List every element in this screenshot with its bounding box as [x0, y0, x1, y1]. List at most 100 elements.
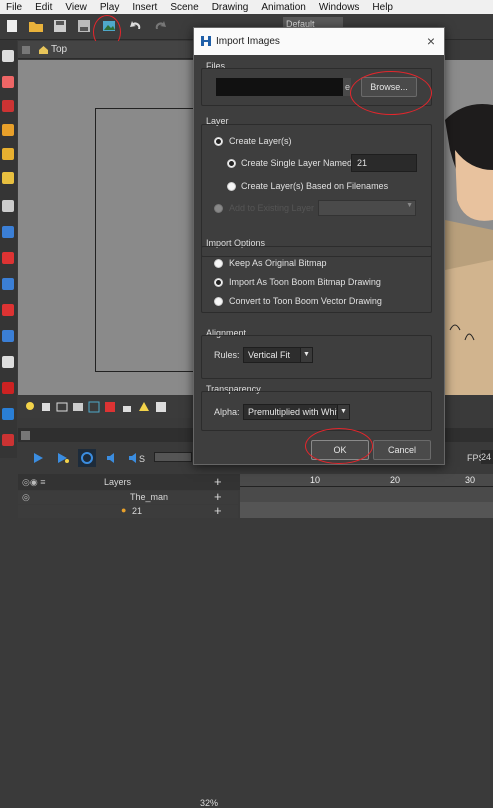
add-layer-icon[interactable]: + — [214, 503, 222, 518]
view-bottom-toolbar: 32% — [18, 396, 218, 808]
frame-slider[interactable] — [154, 452, 192, 462]
menu-animation[interactable]: Animation — [255, 2, 312, 13]
menu-windows[interactable]: Windows — [313, 2, 367, 13]
morph-tool-icon[interactable] — [2, 408, 14, 420]
timeline-grid[interactable]: 10 20 30 — [240, 474, 493, 518]
fps-field[interactable]: 24 — [481, 450, 493, 464]
rules-select[interactable]: Vertical Fit ▼ — [243, 347, 313, 363]
contour-tool-icon[interactable] — [2, 304, 14, 316]
bone-tool-icon[interactable] — [2, 434, 14, 446]
play-selection-icon[interactable] — [56, 452, 70, 464]
paint-tool-icon[interactable] — [2, 148, 14, 160]
layer-visibility-icon[interactable]: ◎ — [22, 492, 30, 503]
cutter-tool-icon[interactable] — [2, 278, 14, 290]
add-to-existing-radio — [214, 204, 223, 213]
menu-bar: File Edit View Play Insert Scene Drawing… — [0, 0, 493, 14]
preview-icon[interactable] — [155, 401, 167, 413]
select-tool-icon[interactable] — [2, 50, 14, 62]
undo-icon[interactable] — [128, 18, 144, 34]
light-table-icon[interactable] — [24, 401, 36, 413]
add-layer-icon[interactable]: + — [214, 489, 222, 504]
text-tool-icon[interactable] — [2, 200, 14, 212]
rules-label: Rules: — [214, 350, 240, 360]
shade-icon[interactable] — [104, 401, 116, 413]
loop-icon[interactable] — [78, 449, 96, 467]
create-single-layer-radio[interactable] — [227, 159, 236, 168]
sound-scrub-icon[interactable]: S — [128, 452, 146, 464]
sound-icon[interactable] — [106, 452, 120, 464]
camera-frame — [95, 108, 197, 372]
open-icon[interactable] — [28, 18, 44, 34]
zoom-level[interactable]: 32% — [200, 798, 218, 808]
chevron-down-icon: ▼ — [300, 348, 312, 362]
character-drawing — [445, 60, 493, 395]
menu-drawing[interactable]: Drawing — [206, 2, 256, 13]
annotation-circle-browse — [350, 71, 432, 115]
save-as-icon[interactable] — [76, 18, 92, 34]
play-icon[interactable] — [32, 452, 44, 464]
layer-toggles-icon[interactable]: ◎◉ ≡ — [22, 477, 45, 488]
add-layer-icon[interactable]: + — [214, 474, 222, 489]
new-icon[interactable] — [4, 18, 20, 34]
layer-row[interactable]: ● 21 + — [18, 503, 238, 518]
timeline-cells — [240, 502, 493, 518]
drawing-layer-icon: ● — [121, 505, 127, 515]
toon-boom-vector-radio[interactable] — [214, 297, 223, 306]
grid-icon[interactable] — [88, 401, 100, 413]
menu-scene[interactable]: Scene — [164, 2, 205, 13]
menu-edit[interactable]: Edit — [29, 2, 59, 13]
ruler-label: 20 — [390, 475, 401, 485]
chevron-down-icon: ▼ — [337, 405, 349, 419]
create-layers-radio[interactable] — [214, 137, 223, 146]
keep-bitmap-radio[interactable] — [214, 259, 223, 268]
alpha-label: Alpha: — [214, 407, 240, 417]
mask-icon[interactable] — [72, 401, 84, 413]
layer-name-value: 21 — [357, 158, 368, 168]
ruler-line — [240, 486, 493, 487]
home-icon[interactable] — [38, 44, 49, 55]
render-icon[interactable] — [137, 401, 151, 413]
menu-help[interactable]: Help — [366, 2, 400, 13]
harmony-logo-icon — [201, 36, 211, 46]
menu-play[interactable]: Play — [94, 2, 126, 13]
redo-icon[interactable] — [152, 18, 168, 34]
rotate-tool-icon[interactable] — [2, 382, 14, 394]
view-tab-label[interactable]: Top — [51, 44, 67, 55]
layer-name: The_man — [130, 492, 169, 502]
cancel-button-label: Cancel — [387, 445, 416, 455]
menu-file[interactable]: File — [0, 2, 29, 13]
pencil-tool-icon[interactable] — [2, 100, 14, 112]
menu-insert[interactable]: Insert — [126, 2, 164, 13]
close-icon[interactable]: × — [427, 33, 435, 49]
create-single-layer-label: Create Single Layer Named: — [241, 158, 355, 168]
menu-view[interactable]: View — [59, 2, 94, 13]
layer-row[interactable]: ◎ The_man + — [18, 489, 238, 504]
toon-boom-bitmap-radio[interactable] — [214, 278, 223, 287]
chevron-down-icon: ▼ — [406, 202, 413, 209]
dialog-titlebar: Import Images × — [194, 28, 444, 55]
shape-tool-icon[interactable] — [2, 252, 14, 264]
keep-bitmap-label: Keep As Original Bitmap — [229, 258, 327, 268]
lock-icon[interactable] — [121, 401, 133, 413]
ink-tool-icon[interactable] — [2, 172, 14, 184]
view-tab-bar: Top — [18, 41, 198, 59]
eraser-tool-icon[interactable] — [2, 124, 14, 136]
tools-toolbar — [0, 40, 17, 458]
create-layers-label: Create Layer(s) — [229, 136, 292, 146]
svg-text:S: S — [139, 454, 145, 464]
save-icon[interactable] — [52, 18, 68, 34]
safe-area-icon[interactable] — [56, 401, 68, 413]
zoom-tool-icon[interactable] — [2, 330, 14, 342]
cancel-button[interactable]: Cancel — [373, 440, 431, 460]
file-path-field[interactable]: e — [216, 78, 351, 96]
brush-tool-icon[interactable] — [2, 76, 14, 88]
alpha-select[interactable]: Premultiplied with White ▼ — [243, 404, 350, 420]
create-by-filenames-radio[interactable] — [227, 182, 236, 191]
layer-name-input[interactable]: 21 — [351, 154, 417, 172]
transform-tool-icon[interactable] — [2, 226, 14, 238]
grip-icon[interactable] — [21, 431, 30, 440]
grip-icon[interactable] — [21, 45, 31, 55]
annotation-circle-ok — [305, 428, 373, 464]
onion-skin-icon[interactable] — [40, 401, 52, 413]
hand-tool-icon[interactable] — [2, 356, 14, 368]
